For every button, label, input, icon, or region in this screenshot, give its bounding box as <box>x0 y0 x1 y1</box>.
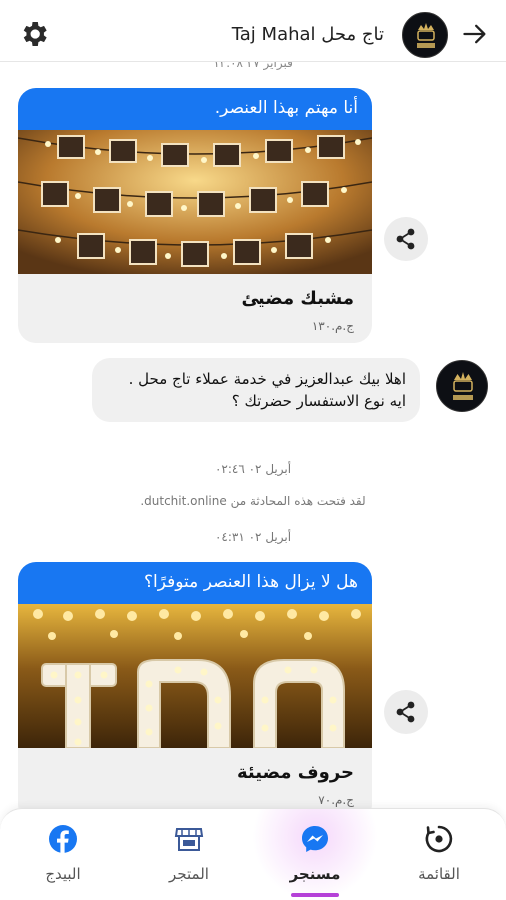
card-header: هل لا يزال هذا العنصر متوفرًا؟ <box>18 562 372 604</box>
timestamp: أبريل ٠٢ ٠٢:٤٦ <box>214 462 292 476</box>
taj-mahal-logo-icon <box>453 372 473 400</box>
arrow-right-icon[interactable] <box>460 20 490 48</box>
bot-avatar[interactable] <box>436 360 488 412</box>
messenger-icon <box>302 826 328 852</box>
share-icon <box>396 228 415 250</box>
card-header: أنا مهتم بهذا العنصر. <box>18 88 372 130</box>
bot-message-bubble: اهلا بيك عبدالعزيز في خدمة عملاء تاج محل… <box>92 358 420 422</box>
page-avatar[interactable] <box>402 12 448 58</box>
share-button[interactable] <box>384 217 428 261</box>
nav-item-menu[interactable]: القائمة <box>376 809 502 900</box>
gear-icon[interactable] <box>18 18 50 50</box>
conversation-notice: لقد فتحت هذه المحادثة من dutchit.online. <box>140 494 366 508</box>
nav-item-messenger[interactable]: مسنجر <box>252 809 378 900</box>
facebook-icon <box>49 825 77 853</box>
chat-header: تاج محل Taj Mahal <box>0 0 506 62</box>
bottom-nav: القائمة مسنجر المتجر البيدج <box>0 808 506 900</box>
taj-mahal-logo-icon <box>417 23 435 48</box>
nav-label: مسنجر <box>289 865 341 883</box>
nav-item-page[interactable]: البيدج <box>0 809 126 900</box>
product-image <box>18 604 372 748</box>
product-card[interactable]: أنا مهتم بهذا العنصر. مشبك مضيئ ج.م.١٣٠ <box>18 88 372 343</box>
share-icon <box>396 701 415 723</box>
nav-label: البيدج <box>45 865 81 883</box>
nav-label: القائمة <box>418 865 460 883</box>
menu-circle-icon <box>425 825 453 853</box>
product-image <box>18 130 372 274</box>
product-name: مشبك مضيئ <box>241 288 354 309</box>
message-list[interactable]: فبراير ٢٧ ١٣:٠٨ أنا مهتم بهذا العنصر. مش… <box>0 62 506 808</box>
product-price: ج.م.١٣٠ <box>311 319 354 333</box>
timestamp: فبراير ٢٧ ١٣:٠٨ <box>213 62 293 70</box>
share-button[interactable] <box>384 690 428 734</box>
page-title: تاج محل Taj Mahal <box>231 24 384 45</box>
nav-label: المتجر <box>169 865 209 883</box>
product-name: حروف مضيئة <box>236 762 354 783</box>
nav-item-store[interactable]: المتجر <box>126 809 252 900</box>
product-card[interactable]: هل لا يزال هذا العنصر متوفرًا؟ حروف مضيئ… <box>18 562 372 808</box>
product-price: ج.م.٧٠ <box>318 793 354 807</box>
timestamp: أبريل ٠٢ ٠٤:٣١ <box>214 530 292 544</box>
store-icon <box>174 828 204 851</box>
bot-message-text: اهلا بيك عبدالعزيز في خدمة عملاء تاج محل… <box>128 370 406 410</box>
active-tab-indicator <box>291 893 339 897</box>
